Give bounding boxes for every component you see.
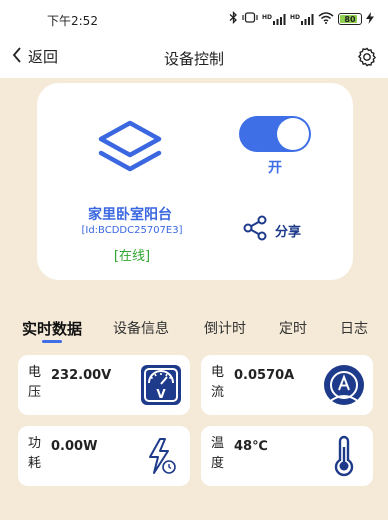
charging-icon [366,11,374,27]
battery-icon: 80 [338,13,362,25]
power-timer-icon [140,435,182,477]
power-toggle[interactable] [239,116,311,152]
temperature-label: 温度 [211,436,225,471]
battery-level: 80 [344,14,356,24]
device-name: 家里卧室阳台 [88,207,172,223]
toggle-knob [277,118,309,150]
voltage-value: 232.00V [51,368,112,383]
tab-device-info[interactable]: 设备信息 [113,318,169,338]
nav-bar: 返回 设备控制 [0,38,388,78]
page-title: 设备控制 [163,50,224,68]
voltmeter-icon: V [140,364,182,406]
toggle-state-label: 开 [268,160,282,176]
status-bar: 下午2:52 HD HD 80 [0,0,388,38]
signal-hd-label: HD [289,13,300,21]
share-label: 分享 [275,224,302,240]
status-time: 下午2:52 [47,14,98,28]
share-button[interactable]: 分享 [243,215,301,245]
power-label: 功耗 [28,436,42,471]
current-label: 电流 [211,365,225,400]
voltage-card: 电压 232.00V V [18,355,190,415]
settings-button[interactable] [356,46,378,68]
thermometer-icon [323,435,365,477]
wifi-icon [318,11,334,27]
voltage-label: 电压 [28,365,42,400]
signal-hd-label: HD [261,13,272,21]
device-status: [在线] [113,249,151,264]
power-value: 0.00W [51,439,98,454]
tab-schedule[interactable]: 定时 [279,318,307,338]
ammeter-icon [323,364,365,406]
tab-realtime-data[interactable]: 实时数据 [22,318,82,339]
signal-icon-1: HD [261,13,286,25]
active-tab-indicator [42,340,62,343]
tab-countdown[interactable]: 倒计时 [204,318,246,338]
signal-icon-2: HD [289,13,314,25]
temperature-card: 温度 48℃ [201,426,373,486]
current-value: 0.0570A [234,368,295,383]
share-icon [243,215,267,245]
bluetooth-icon [229,10,238,27]
gear-icon [356,47,378,72]
status-icons: HD HD 80 [229,10,374,27]
power-card: 功耗 0.00W [18,426,190,486]
temperature-value: 48℃ [234,439,268,454]
device-id: [Id:BCDDC25707E3] [81,225,183,236]
tab-bar: 实时数据 设备信息 倒计时 定时 日志 [0,318,388,346]
vibrate-icon [242,12,258,26]
current-card: 电流 0.0570A [201,355,373,415]
device-layers-icon [95,119,165,181]
svg-text:V: V [156,387,166,401]
device-card: 家里卧室阳台 [Id:BCDDC25707E3] [在线] 开 分享 [37,83,353,280]
tab-log[interactable]: 日志 [340,318,368,338]
